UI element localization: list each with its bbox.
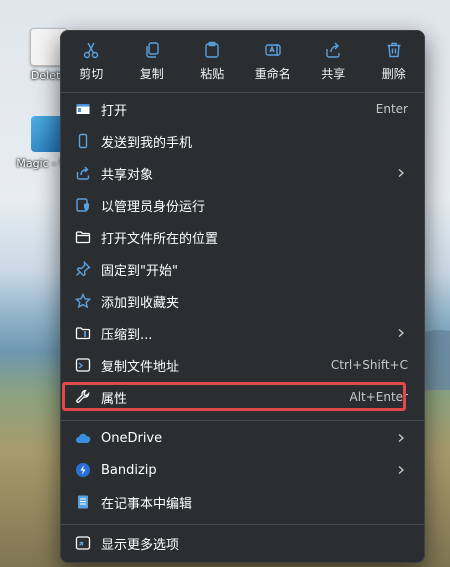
menu-item-label: 共享对象 xyxy=(101,167,154,183)
menu-item-label: Bandizip xyxy=(101,462,157,478)
menu-item-edit-in-notepad[interactable]: 在记事本中编辑 xyxy=(65,487,420,517)
menu-item-compress-to[interactable]: 压缩到... xyxy=(65,318,420,348)
rename-button[interactable]: 重命名 xyxy=(243,39,304,87)
separator xyxy=(61,524,424,525)
menu-item-open[interactable]: 打开 Enter xyxy=(65,94,420,124)
chevron-right-icon xyxy=(398,434,404,442)
menu-item-label: 以管理员身份运行 xyxy=(101,199,206,215)
copy-label: 复制 xyxy=(139,67,164,81)
menu-item-label: 固定到"开始" xyxy=(101,263,178,279)
wrench-icon xyxy=(76,389,90,403)
menu-item-open-location[interactable]: 打开文件所在的位置 xyxy=(65,222,420,252)
folder-icon xyxy=(75,231,91,244)
paste-icon xyxy=(205,41,219,58)
scissors-icon xyxy=(84,42,99,59)
paste-label: 粘贴 xyxy=(200,67,225,81)
menu-item-run-as-admin[interactable]: 以管理员身份运行 xyxy=(65,190,420,220)
chevron-right-icon xyxy=(398,466,404,474)
menu-item-share-with[interactable]: 共享对象 xyxy=(65,158,420,188)
share-button[interactable]: 共享 xyxy=(303,39,364,87)
menu-item-onedrive[interactable]: OneDrive xyxy=(65,423,420,453)
delete-button[interactable]: 删除 xyxy=(364,39,425,87)
separator xyxy=(61,420,424,421)
more-options-icon xyxy=(75,536,91,550)
zip-folder-icon xyxy=(75,327,91,340)
cut-button[interactable]: 剪切 xyxy=(61,39,122,87)
menu-item-shortcut: Enter xyxy=(375,102,408,116)
desktop-background: Delete Magic - 快捷 剪切 复制 粘贴 重命名 共享 删除 打开 … xyxy=(0,0,450,567)
cloud-icon xyxy=(76,433,91,443)
menu-item-label: OneDrive xyxy=(101,430,163,446)
menu-item-send-to-phone[interactable]: 发送到我的手机 xyxy=(65,126,420,156)
bandizip-icon xyxy=(76,463,90,477)
trash-icon xyxy=(387,42,401,58)
menu-item-label: 打开文件所在的位置 xyxy=(101,231,219,247)
menu-item-label: 发送到我的手机 xyxy=(101,135,193,151)
copy-path-icon xyxy=(75,358,91,372)
menu-item-bandizip[interactable]: Bandizip xyxy=(65,455,420,485)
separator xyxy=(61,92,424,93)
menu-item-add-to-favorites[interactable]: 添加到收藏夹 xyxy=(65,286,420,316)
share-label: 共享 xyxy=(321,67,346,81)
menu-item-shortcut: Ctrl+Shift+C xyxy=(330,358,408,372)
copy-icon xyxy=(146,42,159,58)
menu-item-pin-to-start[interactable]: 固定到"开始" xyxy=(65,254,420,284)
open-app-icon xyxy=(76,104,90,114)
menu-item-label: 属性 xyxy=(101,391,128,407)
paste-button[interactable]: 粘贴 xyxy=(182,39,243,87)
menu-item-label: 压缩到... xyxy=(101,327,153,343)
menu-item-copy-path[interactable]: 复制文件地址 Ctrl+Shift+C xyxy=(65,350,420,380)
menu-item-properties[interactable]: 属性 Alt+Enter xyxy=(65,382,420,412)
context-menu: 剪切 复制 粘贴 重命名 共享 删除 打开 Enter 发送到我的手机 共享对象… xyxy=(60,30,425,563)
menu-item-label: 添加到收藏夹 xyxy=(101,295,180,311)
phone-icon xyxy=(78,133,88,149)
menu-item-shortcut: Alt+Enter xyxy=(349,390,408,404)
menu-item-label: 在记事本中编辑 xyxy=(101,496,193,512)
copy-button[interactable]: 复制 xyxy=(122,39,183,87)
share-icon xyxy=(326,42,340,58)
cut-label: 剪切 xyxy=(79,67,104,81)
menu-item-label: 复制文件地址 xyxy=(101,359,180,375)
share-icon xyxy=(76,166,90,180)
rename-icon xyxy=(265,44,281,56)
context-toolbar: 剪切 复制 粘贴 重命名 共享 删除 xyxy=(61,39,424,87)
chevron-right-icon xyxy=(398,329,404,337)
rename-label: 重命名 xyxy=(254,67,291,81)
shield-icon xyxy=(76,198,89,212)
menu-item-label: 显示更多选项 xyxy=(101,537,180,553)
star-icon xyxy=(75,293,91,309)
menu-item-label: 打开 xyxy=(101,103,128,119)
notepad-icon xyxy=(78,495,88,509)
chevron-right-icon xyxy=(398,169,404,177)
pin-icon xyxy=(76,261,91,277)
delete-label: 删除 xyxy=(381,67,406,81)
menu-item-show-more-options[interactable]: 显示更多选项 xyxy=(65,528,420,558)
